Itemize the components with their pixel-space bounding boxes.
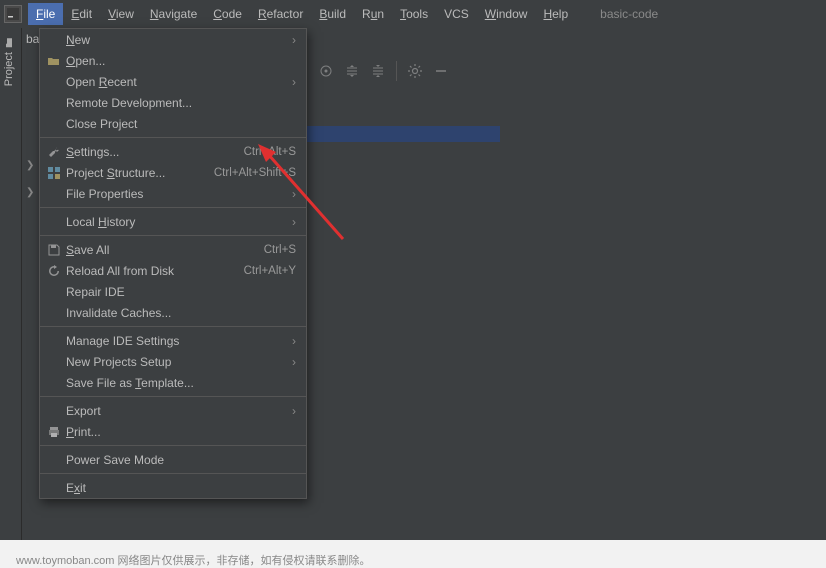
menu-item-save-all[interactable]: Save AllCtrl+S (40, 239, 306, 260)
menu-item-power-save-mode[interactable]: Power Save Mode (40, 449, 306, 470)
menu-shortcut: Ctrl+S (264, 244, 296, 256)
gear-icon[interactable] (407, 63, 423, 79)
menu-shortcut: Ctrl+Alt+Shift+S (214, 167, 296, 179)
menu-item-file-properties[interactable]: File Properties› (40, 183, 306, 204)
menu-item-export[interactable]: Export› (40, 400, 306, 421)
menu-item-label: Open... (66, 54, 296, 68)
menu-file[interactable]: File (28, 3, 63, 25)
menu-item-open-recent[interactable]: Open Recent› (40, 71, 306, 92)
menu-item-manage-ide-settings[interactable]: Manage IDE Settings› (40, 330, 306, 351)
menu-item-label: Repair IDE (66, 285, 296, 299)
chevron-right-icon: › (292, 187, 296, 201)
menu-item-local-history[interactable]: Local History› (40, 211, 306, 232)
menu-item-label: Save All (66, 243, 264, 257)
menu-separator (40, 326, 306, 327)
menu-help[interactable]: Help (535, 3, 576, 25)
menu-shortcut: Ctrl+Alt+Y (244, 265, 296, 277)
breadcrumb: basi (22, 28, 40, 50)
menu-item-repair-ide[interactable]: Repair IDE (40, 281, 306, 302)
app-logo-icon (4, 5, 22, 23)
menu-separator (40, 207, 306, 208)
target-icon[interactable] (318, 63, 334, 79)
project-tool-tab[interactable]: Project (0, 28, 18, 94)
menu-item-project-structure[interactable]: Project Structure...Ctrl+Alt+Shift+S (40, 162, 306, 183)
menu-item-label: Print... (66, 425, 296, 439)
minimize-icon[interactable] (433, 63, 449, 79)
menu-item-exit[interactable]: Exit (40, 477, 306, 498)
menu-item-label: Invalidate Caches... (66, 306, 296, 320)
menu-separator (40, 137, 306, 138)
menu-item-new-projects-setup[interactable]: New Projects Setup› (40, 351, 306, 372)
menu-item-label: Local History (66, 215, 292, 229)
menu-item-reload-all-from-disk[interactable]: Reload All from DiskCtrl+Alt+Y (40, 260, 306, 281)
menu-item-label: Settings... (66, 145, 244, 159)
menu-item-open[interactable]: Open... (40, 50, 306, 71)
menu-shortcut: Ctrl+Alt+S (244, 146, 296, 158)
window-title: basic-code (600, 7, 658, 21)
project-tab-label: Project (3, 52, 15, 86)
structure-icon (46, 166, 62, 180)
menu-run[interactable]: Run (354, 3, 392, 25)
menu-item-label: Close Project (66, 117, 296, 131)
watermark-text: www.toymoban.com 网络图片仅供展示，非存储，如有侵权请联系删除。 (16, 552, 370, 568)
collapse-all-icon[interactable] (370, 63, 386, 79)
menu-item-label: Remote Development... (66, 96, 296, 110)
toolbar-separator (396, 61, 397, 81)
menu-window[interactable]: Window (477, 3, 536, 25)
menu-code[interactable]: Code (205, 3, 250, 25)
menu-edit[interactable]: Edit (63, 3, 100, 25)
menu-build[interactable]: Build (311, 3, 354, 25)
menu-item-label: Open Recent (66, 75, 292, 89)
menu-item-label: Project Structure... (66, 166, 214, 180)
menu-separator (40, 445, 306, 446)
editor-toolbar (308, 56, 459, 86)
chevron-right-icon: › (292, 215, 296, 229)
left-sidebar: Project (0, 28, 22, 540)
menu-separator (40, 473, 306, 474)
menu-item-label: Power Save Mode (66, 453, 296, 467)
menu-item-print[interactable]: Print... (40, 421, 306, 442)
folder-icon (46, 54, 62, 68)
menu-item-label: Reload All from Disk (66, 264, 244, 278)
menubar: FileEditViewNavigateCodeRefactorBuildRun… (0, 0, 826, 28)
menu-refactor[interactable]: Refactor (250, 3, 311, 25)
ide-window: FileEditViewNavigateCodeRefactorBuildRun… (0, 0, 826, 540)
chevron-right-icon: › (292, 404, 296, 418)
chevron-right-icon: › (292, 355, 296, 369)
save-icon (46, 243, 62, 257)
chevron-right-icon: › (292, 33, 296, 47)
menu-separator (40, 396, 306, 397)
chevron-right-icon[interactable]: ❯ (26, 160, 34, 171)
menu-item-label: Save File as Template... (66, 376, 296, 390)
menu-item-label: New Projects Setup (66, 355, 292, 369)
menu-item-remote-development[interactable]: Remote Development... (40, 92, 306, 113)
menu-item-new[interactable]: New› (40, 29, 306, 50)
chevron-right-icon[interactable]: ❯ (26, 187, 34, 198)
chevron-right-icon: › (292, 334, 296, 348)
expand-all-icon[interactable] (344, 63, 360, 79)
menu-item-label: Manage IDE Settings (66, 334, 292, 348)
menu-vcs[interactable]: VCS (436, 3, 477, 25)
menu-item-label: Export (66, 404, 292, 418)
file-menu-dropdown: New›Open...Open Recent›Remote Developmen… (39, 28, 307, 499)
menu-item-label: Exit (66, 481, 296, 495)
menu-navigate[interactable]: Navigate (142, 3, 205, 25)
menu-item-label: New (66, 33, 292, 47)
menu-tools[interactable]: Tools (392, 3, 436, 25)
menu-item-settings[interactable]: Settings...Ctrl+Alt+S (40, 141, 306, 162)
print-icon (46, 425, 62, 439)
reload-icon (46, 264, 62, 278)
gutter-chevrons: ❯ ❯ (26, 160, 34, 198)
menu-item-close-project[interactable]: Close Project (40, 113, 306, 134)
menu-item-label: File Properties (66, 187, 292, 201)
wrench-icon (46, 145, 62, 159)
chevron-right-icon: › (292, 75, 296, 89)
menu-item-invalidate-caches[interactable]: Invalidate Caches... (40, 302, 306, 323)
folder-icon (3, 36, 15, 48)
menu-item-save-file-as-template[interactable]: Save File as Template... (40, 372, 306, 393)
menu-separator (40, 235, 306, 236)
menu-view[interactable]: View (100, 3, 142, 25)
